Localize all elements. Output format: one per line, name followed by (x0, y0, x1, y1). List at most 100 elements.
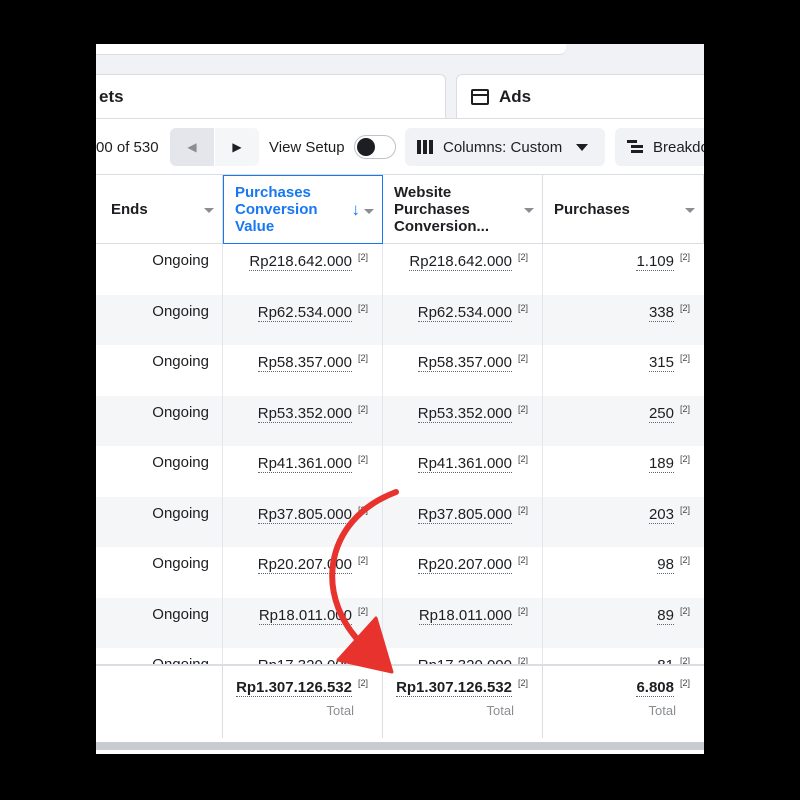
ad-window-icon (471, 88, 489, 105)
column-menu-caret-icon[interactable] (204, 208, 214, 213)
table-row[interactable]: Ongoing Rp53.352.000 [2] Rp53.352.000 [2] 250… (96, 395, 704, 447)
purchases-value[interactable]: 315 (648, 354, 674, 372)
purchases-value[interactable]: 250 (648, 404, 674, 423)
top-panel-edge (96, 44, 566, 54)
next-page-button[interactable]: ▶ (215, 128, 259, 166)
cell-purchases-conversion-value: Rp218.642.000 [2] (223, 244, 383, 295)
purchases-conversion-value[interactable]: Rp53.352.000 (257, 404, 352, 423)
tab-ads-label: Ads (499, 86, 532, 106)
cell-purchases: 1.109 [2] (543, 244, 704, 295)
cell-website-purchases-conversion: Rp53.352.000 [2] (383, 395, 543, 446)
table-row[interactable]: Ongoing Rp17.320.000 [2] Rp17.320.000 [2] 81 [… (96, 648, 704, 664)
column-header-ends[interactable]: Ends (96, 175, 223, 244)
totals-cell-ends (96, 666, 223, 740)
tab-ads[interactable]: Ads (456, 74, 704, 118)
total-value[interactable]: Rp1.307.126.532 (236, 679, 352, 698)
cell-ends: Ongoing (96, 294, 223, 345)
table-row[interactable]: Ongoing Rp37.805.000 [2] Rp37.805.000 [2] 203… (96, 496, 704, 547)
purchases-conversion-value[interactable]: Rp37.805.000 (257, 505, 352, 524)
footnote-marker: [2] (357, 252, 368, 262)
purchases-value[interactable]: 98 (657, 556, 674, 574)
horizontal-scrollbar[interactable] (96, 738, 704, 754)
footnote-marker: [2] (357, 605, 368, 616)
chevron-right-icon: ▶ (232, 140, 242, 154)
cell-website-purchases-conversion: Rp41.361.000 [2] (383, 446, 543, 497)
purchases-conversion-value[interactable]: Rp41.361.000 (257, 455, 352, 473)
total-value[interactable]: Rp1.307.126.532 (396, 679, 512, 698)
cell-purchases-conversion-value: Rp53.352.000 [2] (223, 395, 383, 446)
total-label: Total (648, 703, 676, 719)
cell-purchases: 250 [2] (543, 396, 704, 447)
footnote-marker: [2] (679, 555, 690, 565)
footnote-marker: [2] (679, 656, 690, 664)
footnote-marker: [2] (517, 555, 528, 565)
column-header-purchases-conversion-value[interactable]: Purchases Conversion Value ↓ (223, 175, 383, 244)
purchases-conversion-value[interactable]: Rp20.207.000 (257, 556, 352, 574)
cell-ends: Ongoing (96, 446, 223, 497)
purchases-conversion-value[interactable]: Rp18.011.000 (258, 606, 352, 625)
website-purchases-conversion-value[interactable]: Rp53.352.000 (417, 404, 512, 423)
column-header-label: Website Purchases Conversion... (394, 184, 490, 235)
total-label: Total (486, 703, 514, 719)
purchases-conversion-value[interactable]: Rp17.320.000 (257, 657, 352, 664)
footnote-marker: [2] (357, 504, 368, 515)
purchases-conversion-value[interactable]: Rp58.357.000 (257, 354, 352, 372)
purchases-value[interactable]: 1.109 (636, 253, 674, 271)
view-setup-toggle[interactable] (354, 135, 396, 159)
scrollbar-track[interactable] (96, 742, 704, 750)
table-row[interactable]: Ongoing Rp41.361.000 [2] Rp41.361.000 [2] 189… (96, 446, 704, 497)
website-purchases-conversion-value[interactable]: Rp20.207.000 (417, 556, 512, 574)
purchases-value[interactable]: 81 (657, 657, 674, 664)
footnote-marker: [2] (679, 403, 690, 414)
website-purchases-conversion-value[interactable]: Rp17.320.000 (417, 657, 512, 664)
chevron-left-icon: ◀ (187, 140, 197, 154)
ends-value: Ongoing (152, 555, 209, 572)
cell-ends: Ongoing (96, 597, 223, 648)
pagination-text: 00 of 530 (96, 138, 159, 156)
website-purchases-conversion-value[interactable]: Rp62.534.000 (417, 303, 512, 322)
website-purchases-conversion-value[interactable]: Rp37.805.000 (417, 505, 512, 524)
columns-dropdown-button[interactable]: Columns: Custom (405, 128, 605, 166)
purchases-value[interactable]: 89 (657, 606, 674, 625)
cell-purchases-conversion-value: Rp18.011.000 [2] (223, 597, 383, 648)
column-menu-caret-icon[interactable] (364, 209, 374, 214)
table-row[interactable]: Ongoing Rp62.534.000 [2] Rp62.534.000 [2] 338… (96, 294, 704, 345)
footnote-marker: [2] (517, 302, 528, 313)
breakdown-dropdown-button[interactable]: Breakdo (615, 128, 704, 166)
website-purchases-conversion-value[interactable]: Rp18.011.000 (418, 606, 512, 625)
table-row[interactable]: Ongoing Rp20.207.000 [2] Rp20.207.000 [2] 98 [… (96, 547, 704, 598)
cell-website-purchases-conversion: Rp18.011.000 [2] (383, 597, 543, 648)
column-menu-caret-icon[interactable] (524, 208, 534, 213)
column-header-website-purchases-conversion[interactable]: Website Purchases Conversion... (383, 175, 543, 244)
purchases-value[interactable]: 203 (648, 505, 674, 524)
ends-value: Ongoing (152, 605, 209, 623)
column-menu-caret-icon[interactable] (685, 208, 695, 213)
totals-cell-website-purchases-conversion: Rp1.307.126.532 [2] Total (383, 666, 543, 740)
breakdown-label: Breakdo (653, 138, 704, 156)
purchases-conversion-value[interactable]: Rp62.534.000 (257, 303, 352, 322)
website-purchases-conversion-value[interactable]: Rp41.361.000 (417, 455, 512, 473)
table-row[interactable]: Ongoing Rp218.642.000 [2] Rp218.642.000 [2] 1… (96, 244, 704, 295)
columns-label: Columns: Custom (443, 138, 563, 156)
column-header-purchases[interactable]: Purchases (543, 175, 704, 244)
cell-purchases: 189 [2] (543, 446, 704, 497)
view-setup-label: View Setup (269, 138, 345, 156)
website-purchases-conversion-value[interactable]: Rp218.642.000 (409, 253, 512, 271)
purchases-value[interactable]: 189 (648, 455, 674, 473)
footnote-marker: [2] (357, 353, 368, 363)
cell-website-purchases-conversion: Rp62.534.000 [2] (383, 294, 543, 345)
purchases-conversion-value[interactable]: Rp218.642.000 (249, 253, 352, 271)
cell-purchases: 98 [2] (543, 547, 704, 598)
website-purchases-conversion-value[interactable]: Rp58.357.000 (417, 354, 512, 372)
ends-value: Ongoing (152, 504, 209, 522)
footnote-marker: [2] (357, 656, 368, 664)
caret-down-icon (576, 143, 589, 151)
table-row[interactable]: Ongoing Rp18.011.000 [2] Rp18.011.000 [2] 89 [… (96, 597, 704, 648)
table-row[interactable]: Ongoing Rp58.357.000 [2] Rp58.357.000 [2] 315… (96, 345, 704, 396)
tab-ad-sets[interactable]: ets (96, 74, 446, 118)
purchases-value[interactable]: 338 (648, 303, 674, 322)
previous-page-button[interactable]: ◀ (170, 128, 214, 166)
total-value[interactable]: 6.808 (636, 679, 674, 698)
cell-ends: Ongoing (96, 648, 223, 664)
cell-purchases-conversion-value: Rp41.361.000 [2] (223, 446, 383, 497)
